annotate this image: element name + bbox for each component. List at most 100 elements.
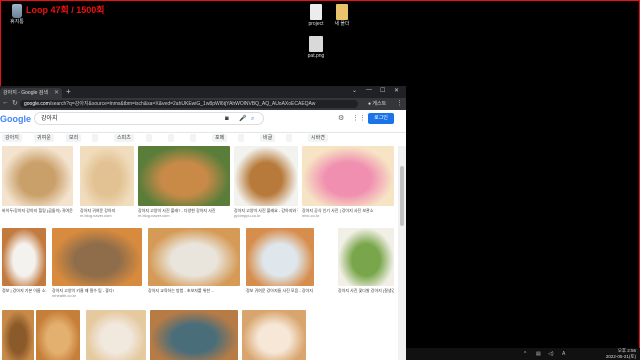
image-result[interactable] [80, 146, 134, 206]
image-result[interactable] [2, 228, 46, 286]
caption-source: mhealth.co.kr [52, 293, 77, 298]
minimize-icon[interactable]: — [366, 87, 372, 93]
image-result[interactable] [86, 310, 146, 360]
filter-chip[interactable]: 스피츠 [114, 134, 134, 142]
filter-chip[interactable]: 시바견 [308, 134, 328, 142]
desktop-icon-label: 휴지통 [10, 19, 24, 25]
caption-source: mbc.co.kr [302, 213, 320, 218]
search-query: 강아지 [41, 116, 58, 122]
image-file-icon [309, 36, 323, 52]
tab-title: 강아지 - Google 검색 [3, 90, 48, 96]
chevron-down-icon[interactable]: ⌄ [352, 87, 357, 94]
maximize-icon[interactable]: ☐ [380, 87, 385, 94]
new-tab-icon[interactable]: + [66, 87, 71, 96]
taskbar: ^ ▤ ◁) A 오후 2:56 2022-05-21(토) [406, 348, 640, 360]
caption-title: 강아지 교육하는 방법 - 초보자를 위한 ... [148, 288, 215, 293]
volume-icon[interactable]: ◁) [548, 351, 554, 357]
filter-chip[interactable] [92, 134, 98, 142]
url-input[interactable]: google.com/search?q=강아지&source=lnms&tbm=… [20, 100, 358, 108]
url-path: /search?q=강아지&source=lnms&tbm=isch&sa=X&… [49, 101, 316, 107]
desktop-icon-new-folder[interactable]: 새 폴더 [325, 4, 359, 27]
loop-counter-label: Loop 47회 / 1500회 [26, 5, 105, 15]
search-icon[interactable]: ⌕ [251, 113, 254, 126]
desktop-icon-recycle-bin[interactable]: 휴지통 [0, 4, 34, 25]
language-icon[interactable]: A [562, 351, 565, 357]
browser-window: 강아지 - Google 검색 ✕ + ⌄ — ☐ ✕ ← ↻ google.c… [0, 86, 406, 360]
refresh-icon[interactable]: ↻ [12, 99, 18, 107]
tab-bar: 강아지 - Google 검색 ✕ + ⌄ — ☐ ✕ [0, 86, 406, 98]
image-result-caption[interactable]: 정보 귀여운 강아지들 사진 모음 - 강아지 ... [246, 288, 314, 293]
desktop-icon-pat-png[interactable]: pat.png [299, 36, 333, 59]
filter-chip[interactable] [190, 134, 196, 142]
image-result-caption[interactable]: 강아지 교육하는 방법 - 초보자를 위한 ... [148, 288, 240, 293]
image-result-caption[interactable]: 정보 | 강아지 기본 이름 소개 (꼬리) ... [2, 288, 46, 293]
image-result[interactable] [52, 228, 142, 286]
filter-chip[interactable]: 비글 [260, 134, 276, 142]
filter-chip[interactable] [168, 134, 174, 142]
taskbar-clock[interactable]: 오후 2:56 2022-05-21(토) [606, 348, 636, 360]
image-result[interactable] [234, 146, 298, 206]
tab-search[interactable]: 강아지 - Google 검색 ✕ [0, 88, 62, 98]
caption-source: m.blog.naver.com [80, 213, 112, 218]
gear-icon[interactable]: ⚙ [338, 114, 344, 122]
folder-icon [336, 4, 348, 20]
desktop-icon-label: project [308, 21, 324, 27]
page-scrollbar[interactable] [398, 146, 406, 360]
filter-chip[interactable] [286, 134, 292, 142]
url-host: google.com [24, 101, 50, 107]
filter-chip[interactable]: 보리 [66, 134, 82, 142]
menu-icon[interactable]: ⋮ [396, 99, 403, 107]
address-bar: ← ↻ google.com/search?q=강아지&source=lnms&… [0, 98, 406, 110]
image-result-caption[interactable]: 강아지 사진 꽃다발 강아지 (잘생김) 사진... [338, 288, 394, 293]
folder-icon [310, 4, 322, 20]
image-result[interactable] [148, 228, 240, 286]
desktop-icon-label: 새 폴더 [334, 21, 350, 27]
profile-button[interactable]: ● 게스트 [368, 100, 386, 107]
image-result[interactable] [36, 310, 80, 360]
google-logo[interactable]: Google [0, 113, 31, 125]
desktop-icon-label: pat.png [307, 53, 325, 59]
google-header: Google 강아지 ◙ 🎤 ⌕ ⚙ ⋮⋮ 로그인 [0, 110, 406, 133]
camera-icon[interactable]: ◙ [225, 113, 229, 126]
caption-source: m.blog.naver.com [138, 213, 170, 218]
search-input[interactable]: 강아지 ◙ 🎤 ⌕ [34, 112, 264, 125]
caption-title: 바이두/강아지 강아지 힐링 (곰돌이) 귀여운 강아지... [2, 208, 73, 213]
filter-chips: 강아지 귀여운 보리 스피츠 포메 비글 시바견 [0, 133, 406, 143]
logo-text: Google [0, 114, 31, 124]
profile-label: 게스트 [372, 101, 387, 107]
filter-chip[interactable]: 강아지 [2, 134, 22, 142]
image-result[interactable] [138, 146, 230, 206]
image-result-caption[interactable]: 강아지 고양이 사진 볼래? - 다양한 강아지 사진 m.blog.naver.… [138, 208, 230, 218]
image-result-caption[interactable]: 바이두/강아지 강아지 힐링 (곰돌이) 귀여운 강아지... [2, 208, 73, 213]
caption-title: 정보 | 강아지 기본 이름 소개 (꼬리) ... [2, 288, 46, 293]
recycle-bin-icon [12, 4, 22, 18]
close-tab-icon[interactable]: ✕ [54, 88, 59, 98]
image-result[interactable] [2, 310, 34, 360]
filter-chip[interactable] [238, 134, 244, 142]
image-result[interactable] [338, 228, 394, 286]
microphone-icon[interactable]: 🎤 [239, 113, 246, 126]
network-icon[interactable]: ▤ [536, 351, 541, 357]
caption-title: 정보 귀여운 강아지들 사진 모음 - 강아지 ... [246, 288, 314, 293]
image-result-caption[interactable]: 강아지 귀여운 강아지 m.blog.naver.com [80, 208, 134, 218]
image-result[interactable] [2, 146, 73, 206]
close-window-icon[interactable]: ✕ [394, 87, 399, 94]
clock-date: 2022-05-21(토) [605, 354, 636, 359]
login-button[interactable]: 로그인 [368, 113, 394, 124]
image-result[interactable] [246, 228, 314, 286]
image-result[interactable] [242, 310, 306, 360]
filter-chip[interactable]: 포메 [212, 134, 228, 142]
caption-source: ppomppu.co.kr [234, 213, 261, 218]
image-result-caption[interactable]: 강아지 공식 인기 사진 | 강아지 사진 보관소 mbc.co.kr [302, 208, 394, 218]
image-result-caption[interactable]: 강아지 고양이 키울 때 필수 팁 - 좋다! mhealth.co.kr [52, 288, 142, 298]
scrollbar-thumb[interactable] [400, 166, 404, 226]
tray-arrow-icon[interactable]: ^ [524, 351, 526, 357]
image-result-caption[interactable]: 강아지 고양이 사진 볼래요 - 강아지와 함께하는 방법을 알아보자ppomp… [234, 208, 298, 218]
filter-chip[interactable] [146, 134, 152, 142]
filter-chip[interactable]: 귀여운 [34, 134, 54, 142]
back-icon[interactable]: ← [2, 99, 9, 106]
image-result[interactable] [302, 146, 394, 206]
caption-title: 강아지 사진 꽃다발 강아지 (잘생김) 사진... [338, 288, 394, 293]
image-result[interactable] [150, 310, 238, 360]
apps-grid-icon[interactable]: ⋮⋮ [352, 114, 366, 122]
